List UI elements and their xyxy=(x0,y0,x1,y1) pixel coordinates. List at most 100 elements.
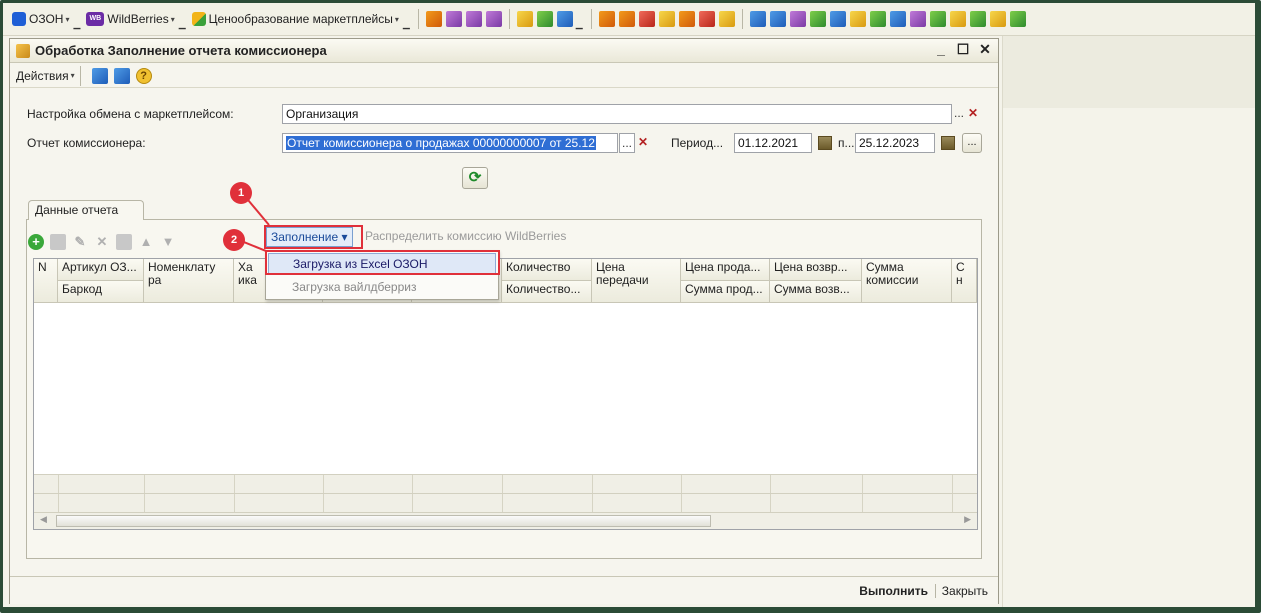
delete-icon[interactable]: ✕ xyxy=(94,234,110,250)
chevron-down-icon: ▾ xyxy=(170,14,175,24)
report-label: Отчет комиссионера: xyxy=(27,136,146,150)
toolbar-dropdown-icon[interactable]: ▁ xyxy=(576,19,583,35)
horizontal-scrollbar[interactable]: ◀ ▶ xyxy=(34,512,977,529)
stock-icon[interactable] xyxy=(618,11,635,27)
save-row-icon[interactable] xyxy=(116,234,132,250)
save-icon[interactable] xyxy=(113,67,130,84)
ozon-menu-label: ОЗОН xyxy=(29,12,64,26)
select-exchange-button[interactable]: ... xyxy=(952,104,966,124)
close-window-button[interactable]: ✕ xyxy=(978,41,992,58)
calendar-icon[interactable] xyxy=(941,136,955,150)
column-header-sale-price[interactable]: Цена прода... xyxy=(681,259,770,281)
toolbar-dropdown-icon[interactable]: ▁ xyxy=(179,19,186,35)
toolbar-dropdown-icon[interactable]: ▁ xyxy=(403,19,410,35)
column-header-sale-sum[interactable]: Сумма прод... xyxy=(681,281,770,303)
report-icon[interactable] xyxy=(909,11,926,27)
window-bottom-bar: Выполнить Закрыть xyxy=(10,576,998,604)
period-to-field[interactable]: 25.12.2023 xyxy=(855,133,935,153)
report-icon[interactable] xyxy=(989,11,1006,27)
stock-icon[interactable] xyxy=(678,11,695,27)
clear-report-button[interactable]: ✕ xyxy=(636,133,650,153)
move-icon[interactable] xyxy=(91,67,108,84)
refresh-button[interactable]: ⟳ xyxy=(462,167,488,189)
window-title: Обработка Заполнение отчета комиссионера xyxy=(35,43,327,58)
desktop: ОЗОН ▾ ▁ WB WildBerries ▾ ▁ Ценообразова… xyxy=(3,3,1255,607)
report-field[interactable]: Отчет комиссионера о продажах 0000000000… xyxy=(282,133,618,153)
window-titlebar[interactable]: Обработка Заполнение отчета комиссионера… xyxy=(10,39,998,63)
callout-box-2 xyxy=(265,250,500,275)
copy-row-icon[interactable] xyxy=(50,234,66,250)
clear-exchange-button[interactable]: ✕ xyxy=(966,104,980,124)
column-header-extra[interactable]: С н xyxy=(952,259,977,303)
report-icon[interactable] xyxy=(869,11,886,27)
pricing-menu[interactable]: Ценообразование маркетплейсы ▾ xyxy=(189,6,402,32)
maximize-button[interactable]: ☐ xyxy=(956,41,970,58)
report-icon[interactable] xyxy=(1009,11,1026,27)
stock-icon[interactable] xyxy=(658,11,675,27)
chart-icon[interactable] xyxy=(556,11,573,27)
stock-icon[interactable] xyxy=(598,11,615,27)
distribute-commission-button[interactable]: Распределить комиссию WildBerries xyxy=(365,229,566,243)
report-icon[interactable] xyxy=(769,11,786,27)
report-icon[interactable] xyxy=(809,11,826,27)
report-icon[interactable] xyxy=(789,11,806,27)
column-header-quantity-2[interactable]: Количество... xyxy=(502,281,592,303)
report-icon[interactable] xyxy=(969,11,986,27)
document-icon[interactable] xyxy=(425,11,442,27)
select-report-button[interactable]: ... xyxy=(619,133,635,153)
move-down-icon[interactable]: ▼ xyxy=(160,234,176,250)
table-footer-row xyxy=(34,493,977,513)
toolbar-dropdown-icon[interactable]: ▁ xyxy=(73,19,80,35)
period-select-button[interactable]: ... xyxy=(962,133,982,153)
actions-menu[interactable]: Действия xyxy=(16,69,69,83)
report-icon[interactable] xyxy=(929,11,946,27)
stock-icon[interactable] xyxy=(638,11,655,27)
move-up-icon[interactable]: ▲ xyxy=(138,234,154,250)
print-icon[interactable] xyxy=(465,11,482,27)
report-icon[interactable] xyxy=(949,11,966,27)
column-header-commission-sum-line2: комиссии xyxy=(866,273,919,287)
column-header-transfer-price[interactable]: Цена передачи xyxy=(592,259,681,303)
print-icon[interactable] xyxy=(445,11,462,27)
screen-frame: ОЗОН ▾ ▁ WB WildBerries ▾ ▁ Ценообразова… xyxy=(0,0,1261,613)
column-header-article[interactable]: Артикул ОЗ... xyxy=(58,259,144,281)
minimize-button[interactable]: _ xyxy=(934,41,948,58)
period-from-field[interactable]: 01.12.2021 xyxy=(734,133,812,153)
column-header-characteristic-line2: ика xyxy=(238,273,257,287)
scrollbar-thumb[interactable] xyxy=(56,515,711,527)
column-header-barcode[interactable]: Баркод xyxy=(58,281,144,303)
column-header-return-price[interactable]: Цена возвр... xyxy=(770,259,862,281)
stock-icon[interactable] xyxy=(698,11,715,27)
execute-button[interactable]: Выполнить xyxy=(859,584,928,598)
exchange-setting-field[interactable]: Организация xyxy=(282,104,952,124)
add-row-icon[interactable]: + xyxy=(28,234,44,250)
report-icon[interactable] xyxy=(749,11,766,27)
column-header-n[interactable]: N xyxy=(34,259,58,303)
callout-box-1 xyxy=(264,225,363,249)
close-button[interactable]: Закрыть xyxy=(942,584,988,598)
calendar-icon[interactable] xyxy=(818,136,832,150)
column-header-extra-line2: н xyxy=(956,273,963,287)
print-icon[interactable] xyxy=(485,11,502,27)
workspace-background xyxy=(1002,36,1255,607)
column-header-nomenclature[interactable]: Номенклату ра xyxy=(144,259,234,303)
ozon-menu[interactable]: ОЗОН ▾ xyxy=(9,6,72,32)
report-icon[interactable] xyxy=(889,11,906,27)
column-header-quantity[interactable]: Количество xyxy=(502,259,592,281)
tab-report-data[interactable]: Данные отчета xyxy=(28,200,144,220)
wildberries-menu[interactable]: WB WildBerries ▾ xyxy=(83,6,177,32)
column-header-return-sum[interactable]: Сумма возв... xyxy=(770,281,862,303)
users-icon[interactable] xyxy=(516,11,533,27)
table-icon[interactable] xyxy=(536,11,553,27)
edit-icon[interactable]: ✎ xyxy=(72,234,88,250)
scroll-right-icon[interactable]: ▶ xyxy=(964,514,971,525)
pricing-menu-label: Ценообразование маркетплейсы xyxy=(208,12,393,26)
menu-item-load-wildberries[interactable]: Загрузка вайлдберриз xyxy=(268,277,496,298)
help-icon[interactable]: ? xyxy=(135,67,152,84)
column-header-commission-sum[interactable]: Сумма комиссии xyxy=(862,259,952,303)
scroll-left-icon[interactable]: ◀ xyxy=(40,514,47,525)
report-icon[interactable] xyxy=(849,11,866,27)
report-value: Отчет комиссионера о продажах 0000000000… xyxy=(286,136,596,150)
stock-icon[interactable] xyxy=(718,11,735,27)
report-icon[interactable] xyxy=(829,11,846,27)
